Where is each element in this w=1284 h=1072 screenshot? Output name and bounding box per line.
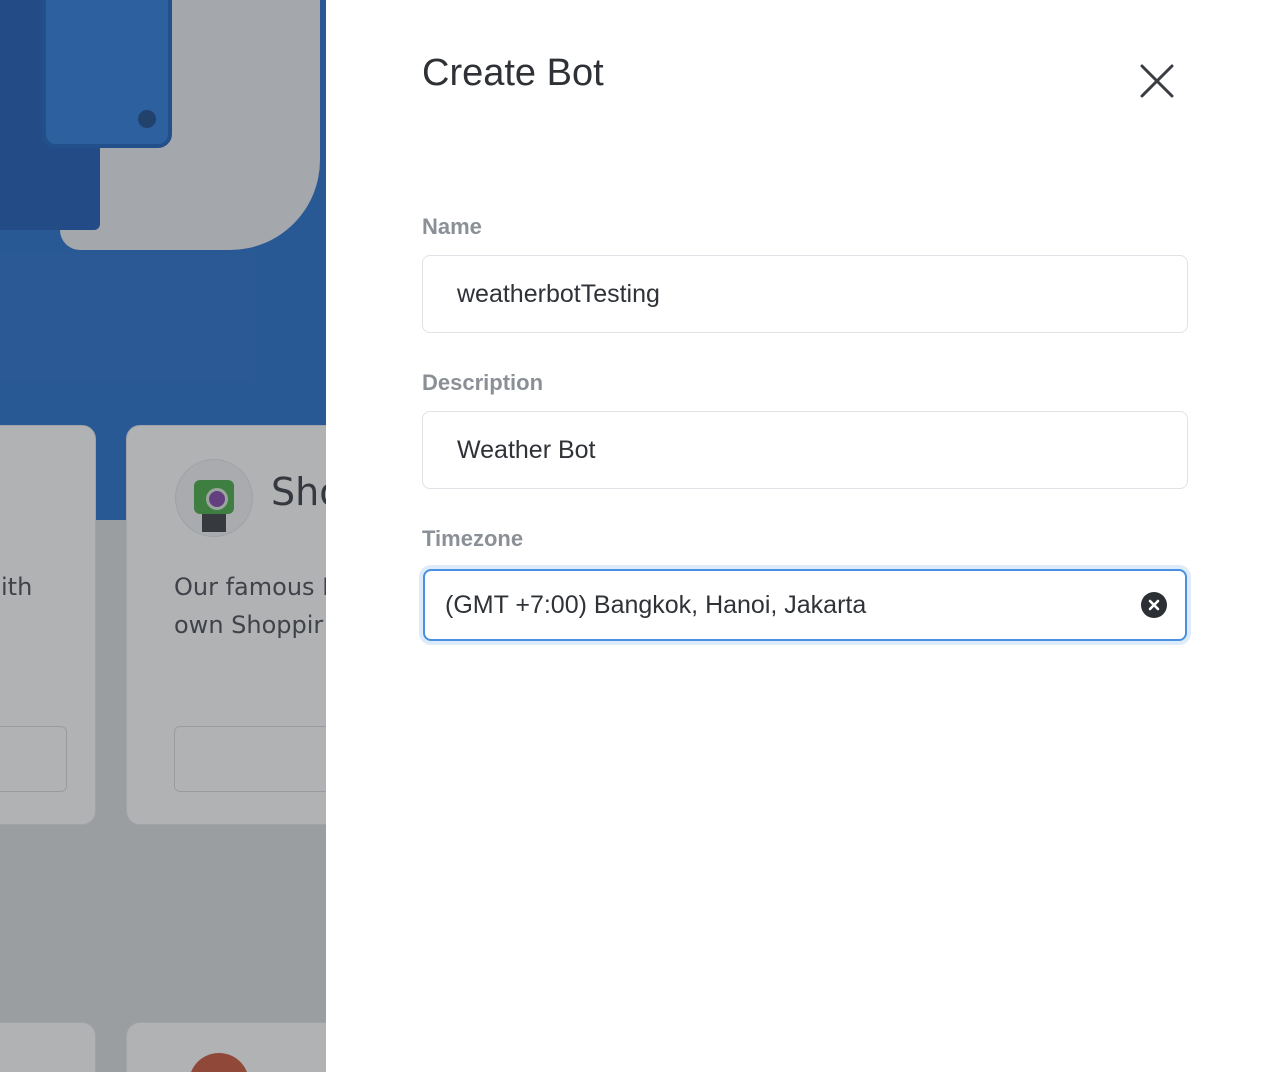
clear-x-glyph: [1148, 599, 1160, 611]
panel-title: Create Bot: [422, 52, 604, 94]
modal-overlay[interactable]: [0, 0, 326, 1072]
description-field-value: Weather Bot: [457, 436, 596, 464]
timezone-select-value: (GMT +7:00) Bangkok, Hanoi, Jakarta: [445, 591, 867, 619]
close-icon: [1140, 64, 1174, 98]
name-field-value: weatherbotTesting: [457, 280, 660, 308]
clear-icon[interactable]: [1141, 592, 1167, 618]
timezone-label: Timezone: [422, 526, 524, 551]
description-field[interactable]: Weather Bot: [422, 411, 1188, 489]
name-label: Name: [422, 214, 482, 239]
timezone-select[interactable]: (GMT +7:00) Bangkok, Hanoi, Jakarta: [423, 569, 1187, 641]
name-field[interactable]: weatherbotTesting: [422, 255, 1188, 333]
background-page: ith Sho Our famous I own Shoppir: [0, 0, 326, 1072]
close-button[interactable]: [1134, 58, 1182, 106]
create-bot-panel: Create Bot Name weatherbotTesting Descri…: [326, 0, 1284, 1072]
description-label: Description: [422, 370, 544, 395]
